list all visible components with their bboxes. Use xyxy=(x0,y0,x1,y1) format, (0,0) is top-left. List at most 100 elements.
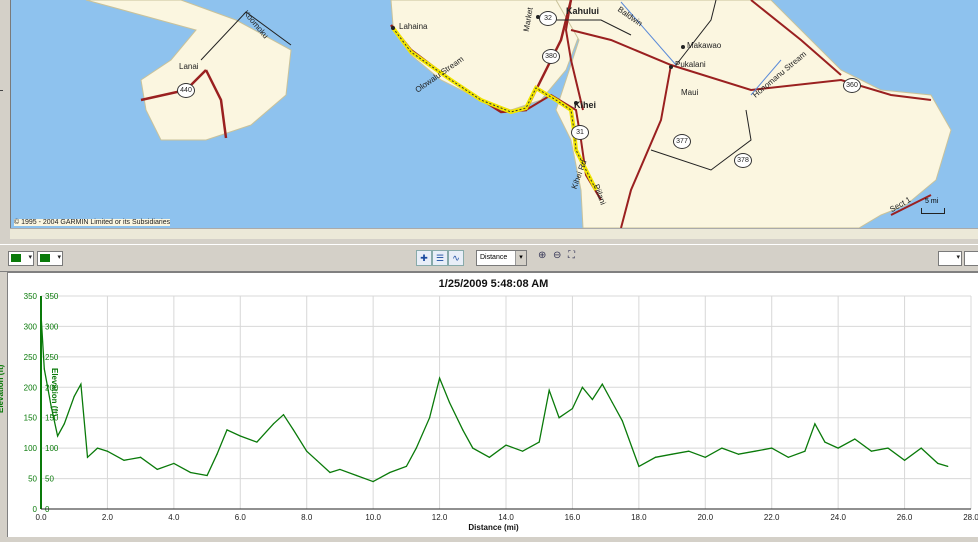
elevation-data-point xyxy=(316,459,318,461)
elevation-data-point xyxy=(522,450,524,452)
elevation-data-point xyxy=(654,456,657,458)
y-tick-label-secondary: 100 xyxy=(45,444,59,453)
right-dropdown[interactable]: ▾ xyxy=(938,251,962,266)
x-tick-label: 16.0 xyxy=(565,513,581,522)
route-shield-377: 377 xyxy=(673,134,691,149)
elevation-data-point xyxy=(106,450,109,452)
y-axis-label: Elevation (ft) xyxy=(0,364,5,413)
route-shield-31: 31 xyxy=(571,125,589,140)
y-tick-label-secondary: 250 xyxy=(45,353,59,362)
elevation-data-point xyxy=(438,377,441,379)
fill-color-picker[interactable]: ▾ xyxy=(37,251,63,266)
elevation-data-point xyxy=(40,313,42,315)
elevation-data-point xyxy=(548,389,550,391)
elevation-chart[interactable]: 1/25/2009 5:48:08 AM Elevation (ft) Elev… xyxy=(0,272,978,537)
zoom-out-icon[interactable]: ⊖ xyxy=(553,250,561,261)
x-tick-label: 26.0 xyxy=(897,513,913,522)
x-tick-label: 4.0 xyxy=(168,513,180,522)
elevation-data-point xyxy=(306,450,308,452)
chart-toolbar: ▾ ▾ ✚ ☰ ∿ Distance ▾ ⊕ ⊖ ⛶ ▾ xyxy=(0,244,978,272)
map-canvas xyxy=(85,0,952,228)
x-tick-label: 18.0 xyxy=(631,513,647,522)
right-field[interactable] xyxy=(964,251,978,266)
map-view[interactable]: Lahaina Kahului Kihei Makawao Pukalani L… xyxy=(10,0,978,228)
elevation-data-point xyxy=(462,429,464,431)
zoom-in-icon[interactable]: ⊕ xyxy=(538,250,546,261)
map-horizontal-scrollbar[interactable] xyxy=(10,228,978,239)
elevation-data-point xyxy=(123,459,125,461)
elevation-data-point xyxy=(870,450,872,452)
elevation-data-point xyxy=(372,481,374,483)
elevation-data-point xyxy=(282,414,285,416)
elevation-data-point xyxy=(472,447,474,449)
x-tick-label: 6.0 xyxy=(235,513,247,522)
elevation-data-point xyxy=(771,447,773,449)
elevation-data-point xyxy=(581,386,583,388)
place-label-kahului: Kahului xyxy=(566,6,599,16)
elevation-data-point xyxy=(887,447,889,449)
route-shield-360: 360 xyxy=(843,78,861,93)
elevation-data-point xyxy=(558,417,560,419)
elevation-data-point xyxy=(804,450,806,452)
y-tick-label: 150 xyxy=(24,414,38,423)
elevation-data-point xyxy=(920,447,922,449)
route-shield-378: 378 xyxy=(734,153,752,168)
line-color-picker[interactable]: ▾ xyxy=(8,251,34,266)
x-axis-mode-select[interactable]: Distance ▾ xyxy=(476,250,527,266)
road-label-maui: Maui xyxy=(681,88,699,97)
chart-plot: 0.0 2.0 4.0 6.0 8.0 10.0 12.0 14.0 16.0 18.0 20.0 2… xyxy=(24,292,978,522)
elevation-data-point xyxy=(837,447,839,449)
map-scale-label: 5 mi xyxy=(925,198,939,205)
elevation-data-point xyxy=(787,456,789,458)
y-tick-label-secondary: 350 xyxy=(45,292,59,301)
elevation-data-point xyxy=(206,474,208,477)
elevation-data-point xyxy=(591,398,593,401)
elevation-data-point xyxy=(63,423,65,425)
y-tick-label: 200 xyxy=(24,383,38,392)
elevation-data-point xyxy=(140,456,142,458)
chevron-down-icon: ▾ xyxy=(57,254,61,261)
route-shield-380: 380 xyxy=(542,49,560,64)
x-tick-label: 8.0 xyxy=(301,513,313,522)
graph-icon[interactable]: ∿ xyxy=(448,250,464,266)
x-tick-label: 12.0 xyxy=(432,513,448,522)
elevation-data-point xyxy=(256,441,258,443)
elevation-data-point xyxy=(737,453,740,455)
x-tick-label: 22.0 xyxy=(764,513,780,522)
elevation-data-point xyxy=(389,471,391,474)
grid-icon[interactable]: ☰ xyxy=(432,250,448,266)
elevation-data-point xyxy=(86,456,89,458)
elevation-data-point xyxy=(903,459,906,461)
crosshair-icon[interactable]: ✚ xyxy=(416,250,432,266)
elevation-data-point xyxy=(538,441,540,443)
chart-title: 1/25/2009 5:48:08 AM xyxy=(438,278,549,290)
elevation-data-point xyxy=(571,407,574,410)
place-label-kihei: Kihei xyxy=(574,100,597,110)
elevation-data-point xyxy=(488,456,490,458)
elevation-data-point xyxy=(189,471,192,474)
place-label-lanai: Lanai xyxy=(179,62,199,71)
map-scale-bar: 5 mi xyxy=(921,198,945,214)
y-tick-label: 100 xyxy=(24,444,38,453)
elevation-series-line xyxy=(40,314,948,483)
elevation-data-point xyxy=(631,447,633,449)
elevation-data-point xyxy=(96,447,99,449)
x-tick-label: 24.0 xyxy=(830,513,846,522)
place-label-pukalani: Pukalani xyxy=(675,60,706,69)
elevation-data-point xyxy=(415,447,417,449)
x-tick-label: 0.0 xyxy=(35,513,47,522)
x-axis-label: Distance (mi) xyxy=(468,523,519,532)
elevation-data-point xyxy=(216,453,218,455)
elevation-data-point xyxy=(156,468,158,471)
zoom-fit-icon[interactable]: ⛶ xyxy=(568,250,575,261)
y-tick-label-secondary: 300 xyxy=(45,322,59,331)
y-tick-label: 50 xyxy=(28,475,37,484)
elevation-data-point xyxy=(239,435,241,437)
x-axis-mode-value: Distance xyxy=(480,254,508,261)
y-axis-label-secondary: Elevation (ft) xyxy=(50,368,59,417)
route-shield-440: 440 xyxy=(177,83,195,98)
elevation-data-point xyxy=(80,383,82,385)
x-tick-label: 10.0 xyxy=(365,513,381,522)
elevation-data-point xyxy=(947,465,949,467)
elevation-data-point xyxy=(721,447,723,449)
